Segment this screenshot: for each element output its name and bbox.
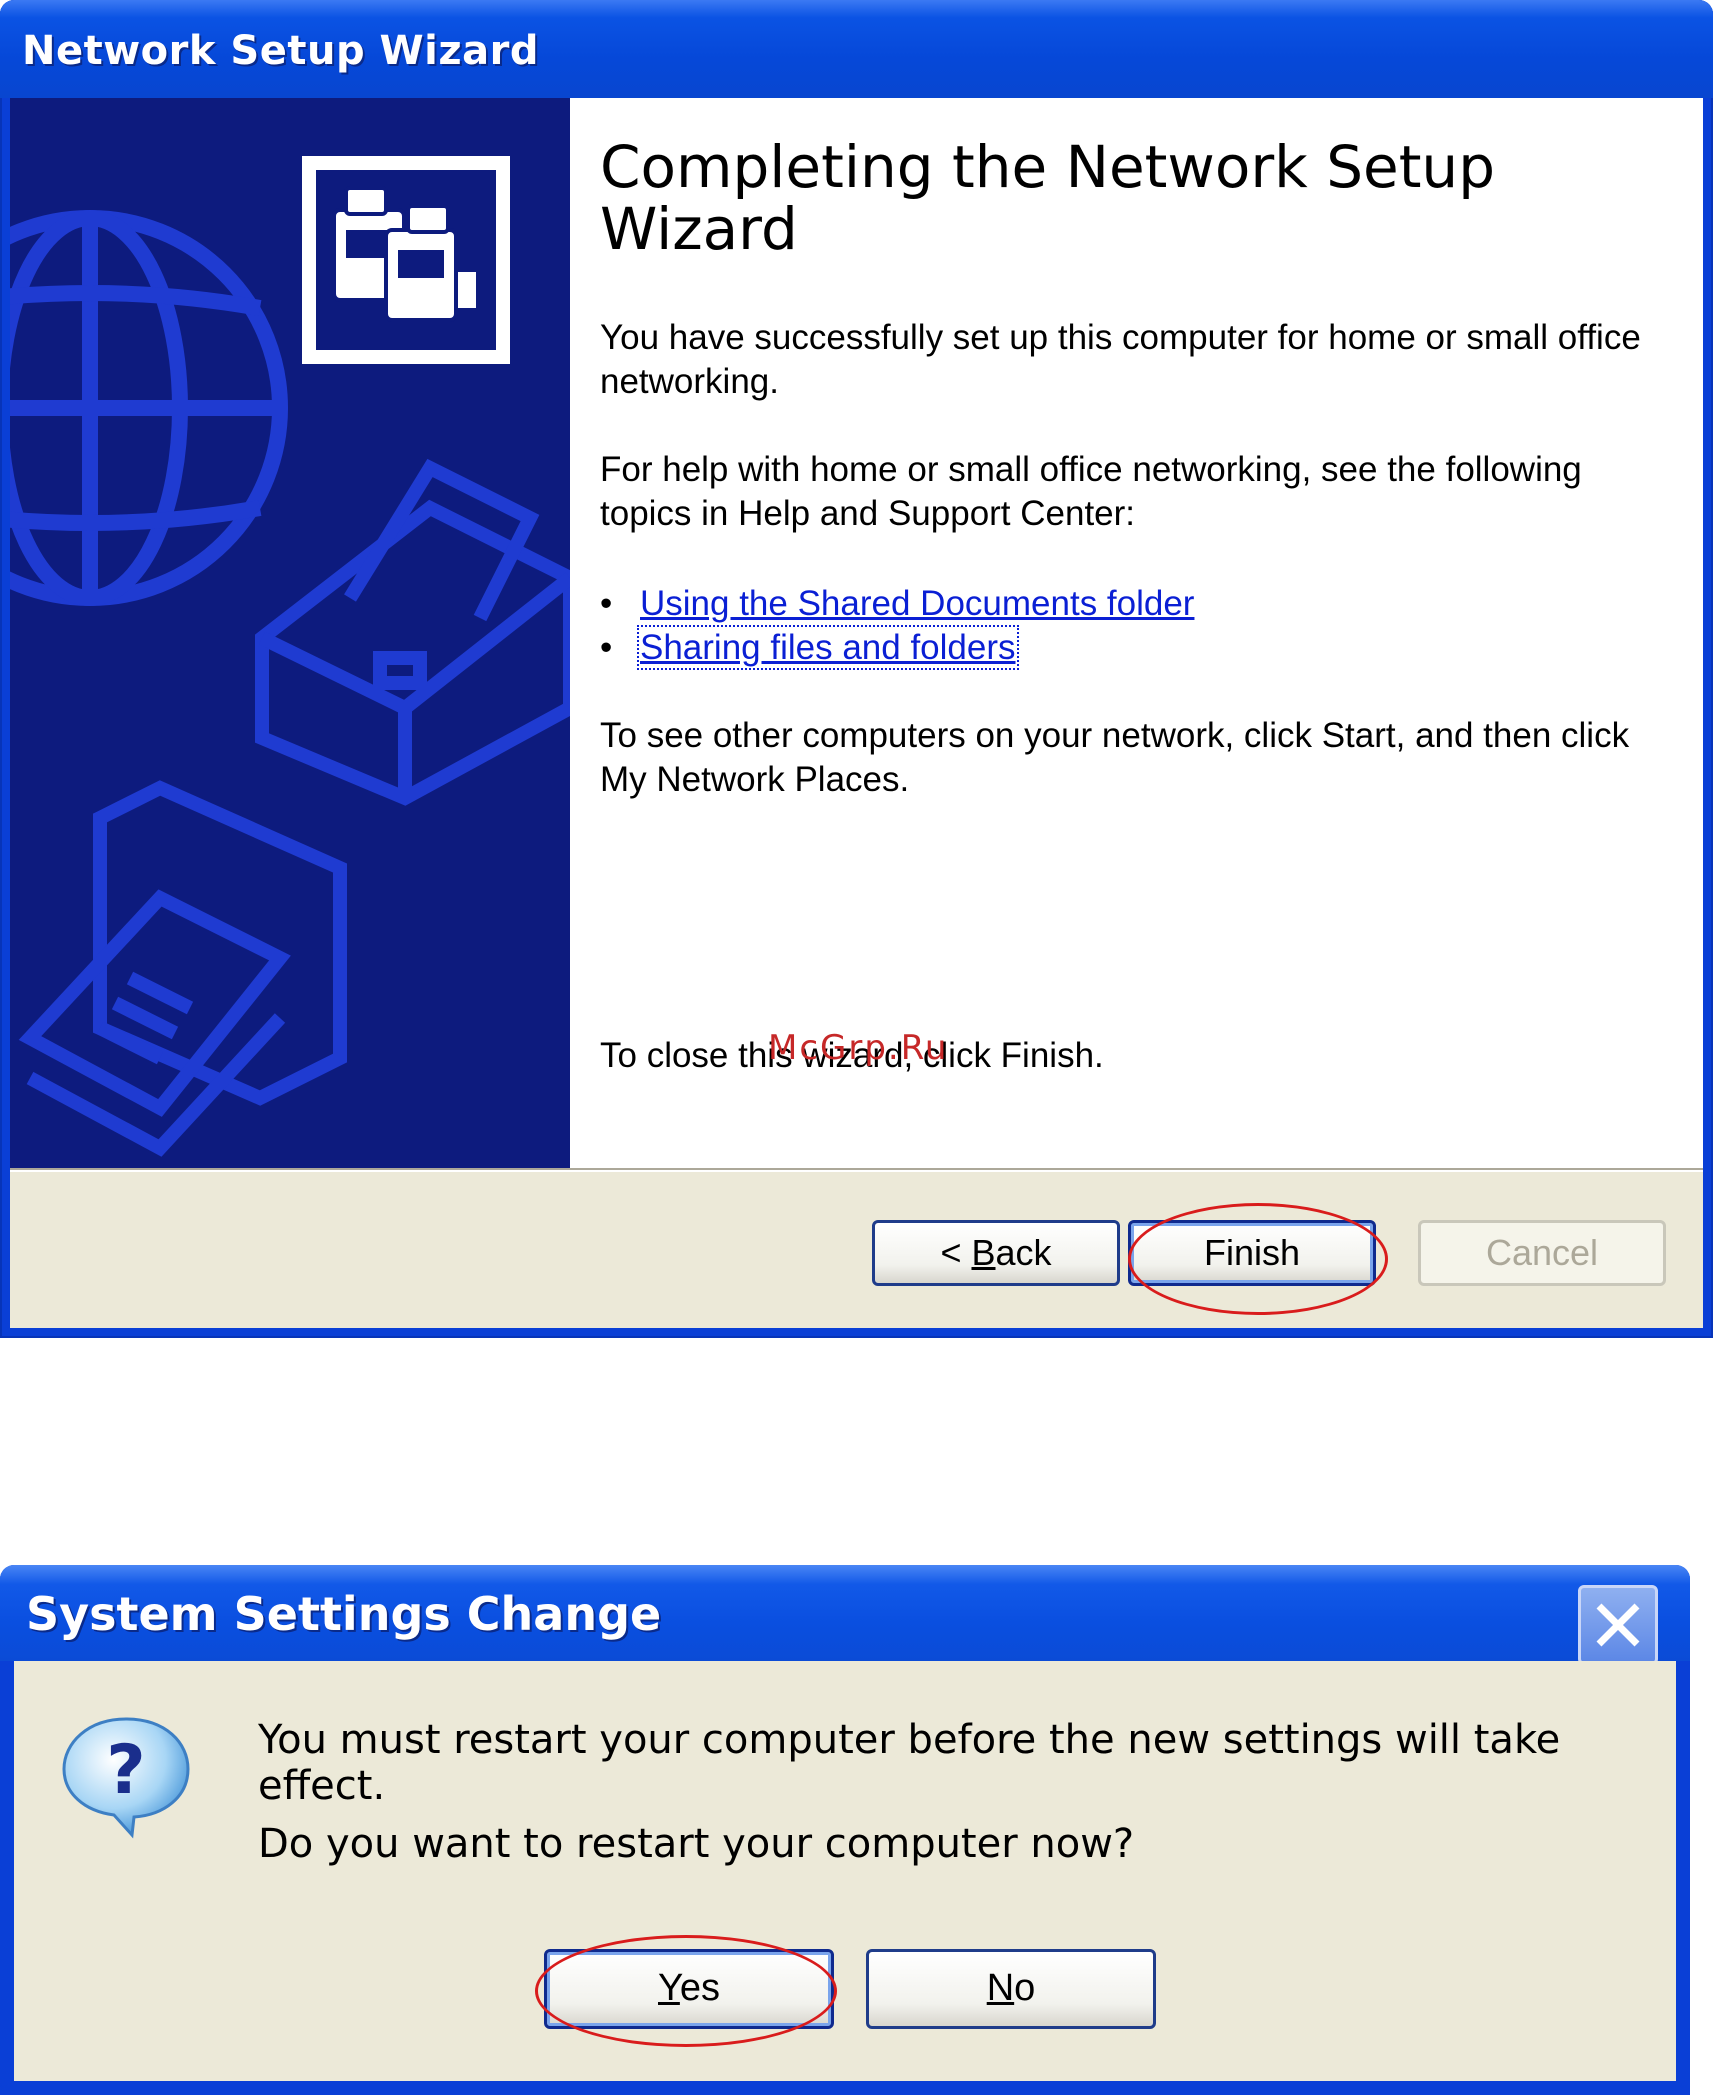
shared-documents-link[interactable]: Using the Shared Documents folder [640,584,1194,623]
yes-button[interactable]: Yes [544,1949,834,2029]
globe-icon [10,210,288,606]
sharing-files-link[interactable]: Sharing files and folders [637,625,1019,670]
divider [10,1170,1703,1172]
cancel-button[interactable]: Cancel [1418,1220,1666,1286]
network-setup-wizard-window: Network Setup Wizard Completing the Netw… [0,0,1713,1338]
close-icon [1596,1603,1640,1647]
title-bar[interactable]: Network Setup Wizard [0,0,1713,98]
wizard-side-panel [10,98,570,1168]
system-settings-change-dialog: System Settings Change ? You must restar… [0,1565,1690,2095]
help-link-item: • Using the Shared Documents folder [600,584,1195,623]
no-button[interactable]: No [866,1949,1156,2029]
svg-text:?: ? [106,1731,145,1810]
wizard-client-area: Completing the Network Setup Wizard You … [10,98,1703,1328]
help-link-item: • Sharing files and folders [600,625,1019,670]
window-title: Network Setup Wizard [22,28,539,74]
restart-message: You must restart your computer before th… [258,1717,1561,1809]
network-wizard-logo-icon [302,156,510,364]
question-icon: ? [62,1717,190,1839]
title-bar[interactable]: System Settings Change [0,1565,1690,1665]
success-text: You have successfully set up this comput… [600,318,1641,401]
printer-icon [255,458,570,806]
dialog-title: System Settings Change [26,1587,662,1641]
help-text: For help with home or small office netwo… [600,450,1582,533]
watermark: McGrp.Ru [768,1028,949,1068]
restart-question: Do you want to restart your computer now… [258,1821,1135,1867]
network-places-text: To see other computers on your network, … [600,716,1630,799]
wizard-heading: Completing the Network Setup Wizard [600,133,1496,263]
dialog-client-area: ? You must restart your computer before … [14,1661,1676,2081]
back-button[interactable]: < Back [872,1220,1120,1286]
folder-icon [18,780,347,1157]
close-instruction-text: To close this wizard, click Finish. [600,1036,1104,1075]
wizard-content-panel: Completing the Network Setup Wizard You … [570,98,1703,1168]
close-button[interactable] [1578,1585,1658,1665]
finish-button[interactable]: Finish [1128,1220,1376,1286]
